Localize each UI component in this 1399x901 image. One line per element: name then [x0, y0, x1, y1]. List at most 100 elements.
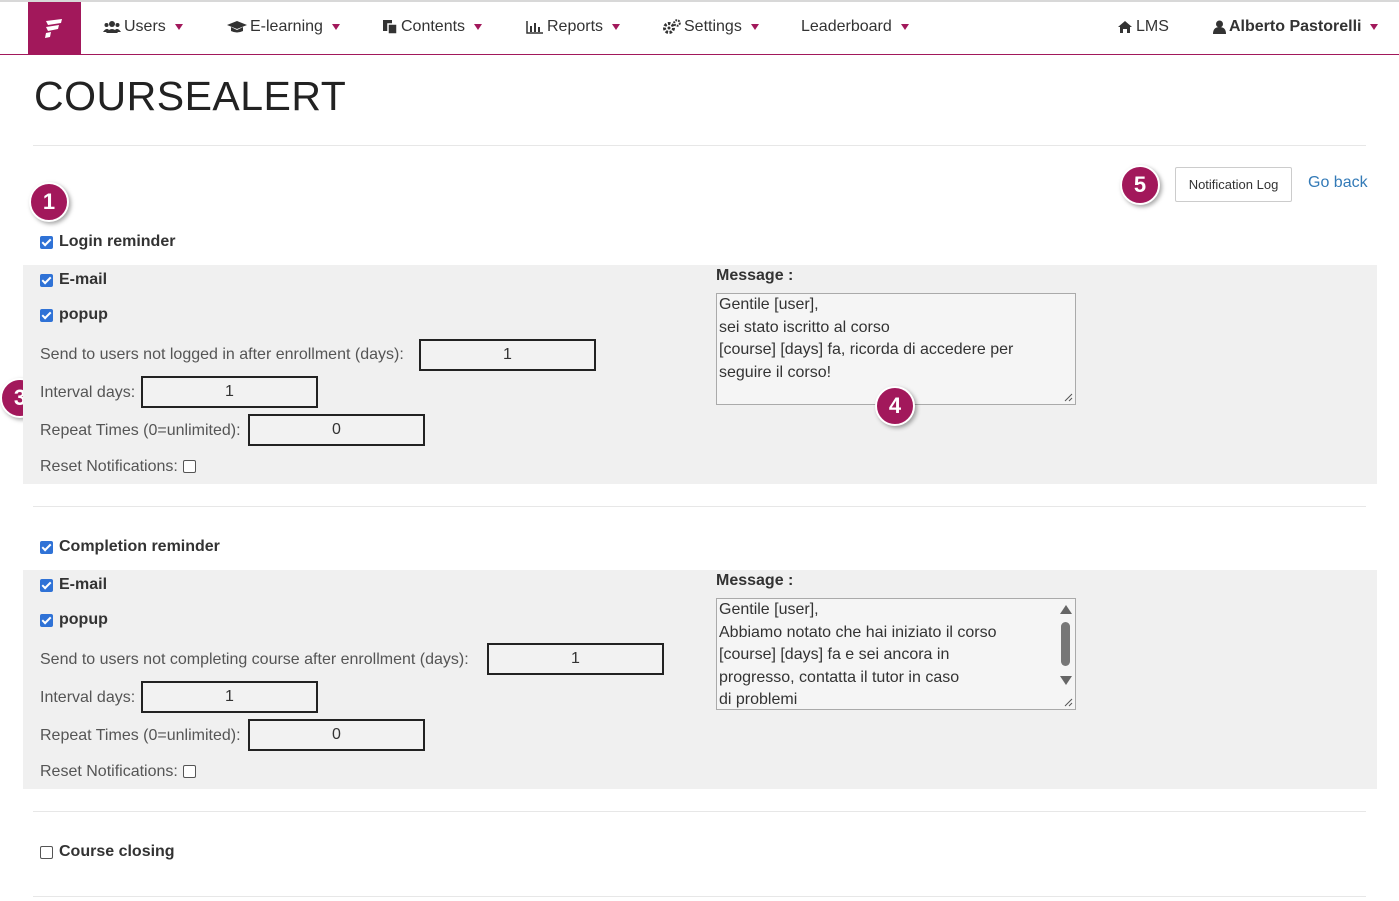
- message-line: [course] [days] fa e sei ancora in: [719, 646, 950, 663]
- step-badge-4: 4: [875, 386, 915, 426]
- completion-reminder-panel: [23, 570, 1377, 789]
- forma-logo-icon: [45, 19, 62, 38]
- message-line: Gentile [user],: [719, 601, 819, 618]
- copy-icon: [383, 20, 398, 35]
- login-send-days-label: Send to users not logged in after enroll…: [40, 346, 404, 363]
- login-email-checkbox[interactable]: [40, 273, 53, 287]
- brand-logo[interactable]: [28, 2, 81, 55]
- nav-reports-label: Reports: [547, 18, 604, 35]
- nav-leaderboard[interactable]: Leaderboard: [801, 18, 909, 36]
- course-closing-toggle[interactable]: Course closing: [40, 843, 175, 861]
- login-popup-checkbox[interactable]: [40, 308, 53, 322]
- nav-settings[interactable]: Settings: [663, 18, 759, 36]
- nav-lms-label: LMS: [1136, 18, 1169, 35]
- message-line: sei stato iscritto al corso: [719, 318, 890, 336]
- caret-down-icon: [900, 24, 909, 30]
- nav-users-label: Users: [124, 18, 166, 35]
- nav-user-name: Alberto Pastorelli: [1229, 18, 1362, 35]
- completion-email-toggle[interactable]: E-mail: [40, 576, 107, 594]
- message-line: di problemi: [719, 691, 798, 708]
- caret-down-icon: [174, 24, 183, 30]
- user-icon: [1213, 20, 1226, 34]
- graduation-cap-icon: [227, 21, 247, 33]
- completion-reset-row: Reset Notifications:: [40, 763, 196, 781]
- message-line: Gentile [user],: [719, 296, 819, 313]
- login-reset-checkbox[interactable]: [182, 460, 196, 474]
- message-line: [course] [days] fa, ricorda di accedere …: [719, 341, 1014, 358]
- step-badge-5: 5: [1120, 165, 1160, 205]
- login-reset-label: Reset Notifications:: [40, 458, 178, 475]
- completion-email-checkbox[interactable]: [40, 578, 53, 592]
- completion-interval-input[interactable]: [141, 681, 318, 713]
- home-icon: [1118, 21, 1132, 33]
- caret-down-icon: [331, 24, 340, 30]
- completion-message-label: Message :: [716, 572, 794, 589]
- completion-popup-label: popup: [59, 611, 108, 628]
- message-line: Abbiamo notato che hai iniziato il corso: [719, 623, 997, 641]
- nav-users[interactable]: Users: [103, 18, 183, 36]
- divider: [33, 506, 1366, 507]
- login-repeat-input[interactable]: [248, 414, 425, 446]
- message-line: progresso, contatta il tutor in caso: [719, 668, 960, 686]
- nav-reports[interactable]: Reports: [526, 18, 621, 36]
- login-email-label: E-mail: [59, 271, 108, 288]
- divider: [33, 145, 1366, 146]
- caret-down-icon: [750, 24, 759, 30]
- nav-leaderboard-label: Leaderboard: [801, 18, 892, 35]
- nav-contents-label: Contents: [401, 18, 466, 35]
- login-send-days-input[interactable]: [419, 339, 596, 371]
- scroll-down-icon[interactable]: [1060, 676, 1072, 685]
- login-email-toggle[interactable]: E-mail: [40, 271, 107, 289]
- login-reminder-label: Login reminder: [59, 233, 176, 250]
- notification-log-button[interactable]: Notification Log: [1175, 167, 1292, 202]
- login-reminder-toggle[interactable]: Login reminder: [40, 233, 175, 251]
- login-interval-input[interactable]: [141, 376, 318, 408]
- scroll-thumb[interactable]: [1061, 622, 1070, 666]
- nav-user-menu[interactable]: Alberto Pastorelli: [1213, 18, 1379, 36]
- divider: [33, 896, 1366, 897]
- completion-reset-checkbox[interactable]: [182, 765, 196, 779]
- completion-popup-checkbox[interactable]: [40, 613, 53, 627]
- nav-contents[interactable]: Contents: [382, 18, 483, 36]
- completion-reminder-toggle[interactable]: Completion reminder: [40, 538, 220, 556]
- login-popup-label: popup: [59, 306, 108, 323]
- step-badge-1: 1: [29, 182, 69, 222]
- completion-reminder-label: Completion reminder: [59, 538, 220, 555]
- caret-down-icon: [612, 24, 621, 30]
- login-reminder-checkbox[interactable]: [40, 235, 53, 249]
- page-title: COURSEALERT: [34, 73, 347, 119]
- completion-send-days-input[interactable]: [487, 643, 664, 675]
- resize-handle-icon[interactable]: [1064, 393, 1073, 402]
- completion-repeat-input[interactable]: [248, 719, 425, 751]
- login-repeat-label: Repeat Times (0=unlimited):: [40, 422, 241, 439]
- resize-handle-icon[interactable]: [1064, 698, 1073, 707]
- message-scrollbar[interactable]: [1056, 599, 1075, 709]
- caret-down-icon: [474, 24, 483, 30]
- caret-down-icon: [1370, 24, 1379, 30]
- completion-reminder-checkbox[interactable]: [40, 540, 53, 554]
- users-icon: [103, 21, 121, 33]
- nav-settings-label: Settings: [684, 18, 742, 35]
- course-closing-checkbox[interactable]: [40, 845, 53, 859]
- login-reset-row: Reset Notifications:: [40, 458, 196, 476]
- bar-chart-icon: [526, 21, 543, 34]
- completion-repeat-label: Repeat Times (0=unlimited):: [40, 727, 241, 744]
- completion-email-label: E-mail: [59, 576, 108, 593]
- completion-message-textarea[interactable]: Gentile [user], Abbiamo notato che hai i…: [716, 598, 1076, 710]
- login-reminder-panel: [23, 265, 1377, 484]
- login-popup-toggle[interactable]: popup: [40, 306, 108, 324]
- completion-reset-label: Reset Notifications:: [40, 763, 178, 780]
- nav-lms[interactable]: LMS: [1117, 18, 1169, 36]
- nav-elearning-label: E-learning: [250, 18, 323, 35]
- top-navbar: Users E-learning Contents Reports Settin: [0, 0, 1399, 55]
- nav-elearning[interactable]: E-learning: [227, 18, 340, 36]
- go-back-link[interactable]: Go back: [1308, 174, 1368, 192]
- scroll-up-icon[interactable]: [1060, 605, 1072, 614]
- completion-send-days-label: Send to users not completing course afte…: [40, 651, 469, 668]
- login-message-label: Message :: [716, 267, 794, 284]
- divider: [33, 811, 1366, 812]
- gears-icon: [663, 19, 681, 34]
- completion-popup-toggle[interactable]: popup: [40, 611, 108, 629]
- message-line: seguire il corso!: [719, 363, 832, 381]
- completion-interval-label: Interval days:: [40, 689, 136, 706]
